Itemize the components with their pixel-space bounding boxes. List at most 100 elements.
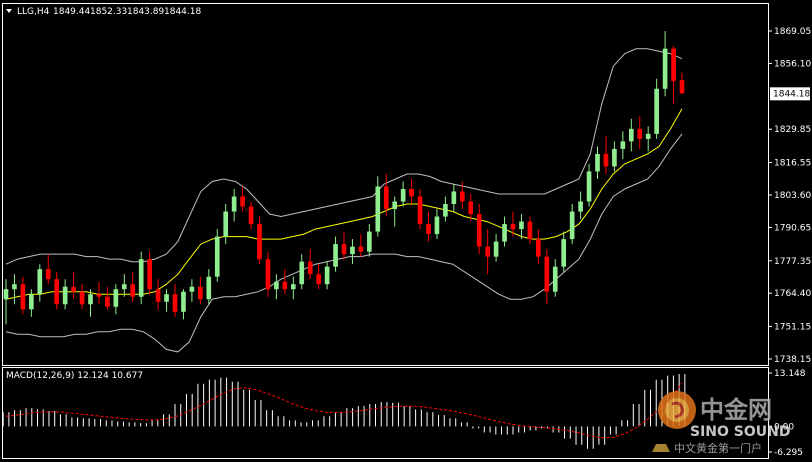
candle-body [426,224,431,235]
price-tick-label: 1869.05 [774,27,811,37]
candle-body [679,80,685,94]
candle-body [620,141,626,149]
candle-body [164,294,169,302]
candle-body [181,291,186,312]
candle-body [130,284,136,297]
candle-body [29,294,34,310]
candle-body [37,269,43,295]
candle-body [299,261,305,285]
price-tick-label: 1803.60 [774,191,811,201]
candle-body [316,274,321,285]
candle-body [637,128,643,139]
candle-body [586,171,592,202]
price-tick-label: 1777.35 [774,257,811,267]
candle-body [54,279,60,305]
candle-body [172,294,178,312]
watermark-cn-name: 中金网 [700,396,772,424]
candle-body [189,286,195,292]
candle-body [451,191,457,205]
macd-tick-label: 13.148 [774,369,806,379]
candle [214,229,220,282]
price-tick-label: 1751.15 [774,322,811,332]
candle-body [654,88,659,134]
candle-body [324,266,330,285]
candle-body [341,244,347,255]
candle-body [290,284,296,290]
candle-body [307,261,313,275]
candle-body [240,196,245,207]
candle-body [231,196,237,212]
candle-body [569,211,575,240]
macd-title: MACD(12,26,9) 12.124 10.677 [6,371,143,381]
high-value: 1852.33 [90,7,127,17]
candle-body [561,239,567,267]
candle-body [223,211,229,237]
candle-body [578,201,583,212]
candle-body [79,291,85,305]
candle-body [417,196,423,225]
candle-body [519,221,524,230]
candle-body [434,216,440,235]
candle-body [468,201,474,215]
close-value: 1844.18 [164,7,201,17]
candle-body [147,259,152,290]
candle-body [105,296,110,307]
candle-body [552,266,558,292]
price-tick-label: 1764.40 [774,289,811,299]
low-value: 1843.89 [127,7,164,17]
candle-body [392,201,398,210]
candle-body [71,286,76,292]
candle-body [536,239,541,257]
candle-body [96,294,102,297]
candle-body [443,204,448,217]
candle-body [476,214,482,247]
candle-body [121,284,127,290]
candle-body [3,289,9,300]
candle-body [265,259,271,290]
candle-body [88,294,93,305]
trading-chart[interactable]: LLG,H4 1849.44 1852.33 1843.89 1844.18 1… [0,0,812,462]
price-tick-label: 1816.55 [774,159,811,169]
watermark-en-name: SINO SOUND [690,424,790,440]
candle-body [662,48,668,89]
candle-body [113,289,119,307]
candle-body [459,191,465,202]
candle-body [206,276,212,300]
candle-body [62,286,68,305]
candle-body [333,244,338,267]
candle [138,251,144,305]
price-tick-label: 1829.85 [774,125,811,135]
candle-body [274,281,279,290]
candle-body [544,256,550,292]
candle-body [612,148,617,167]
candle-body [358,246,364,252]
candle-body [493,241,499,257]
candle-body [198,286,203,300]
candle-body [485,246,490,257]
candle-body [409,188,414,197]
candle-body [527,221,533,240]
price-tick-label: 1790.65 [774,223,811,233]
candle-body [383,186,389,210]
candle-body [155,289,161,302]
candle-body [603,153,609,167]
candle-body [595,153,600,172]
candle-body [214,236,220,277]
price-tick-label: 1738.15 [774,355,811,365]
candle-body [510,224,516,230]
candle-body [400,188,406,202]
candle-body [671,48,676,82]
symbol-label: LLG,H4 [17,7,50,17]
price-tick-label: 1856.10 [774,59,811,69]
candle-body [282,281,288,290]
candle-body [367,231,372,252]
current-price-marker: 1844.18 [770,87,810,101]
chart-header: LLG,H4 1849.44 1852.33 1843.89 1844.18 [6,7,201,17]
candle-body [502,224,507,242]
macd-tick-label: -6.295 [774,448,803,458]
open-value: 1849.44 [53,7,90,17]
candle-body [12,284,17,290]
candle-body [257,224,262,260]
candle-body [375,186,381,232]
current-price-label: 1844.18 [773,89,810,99]
